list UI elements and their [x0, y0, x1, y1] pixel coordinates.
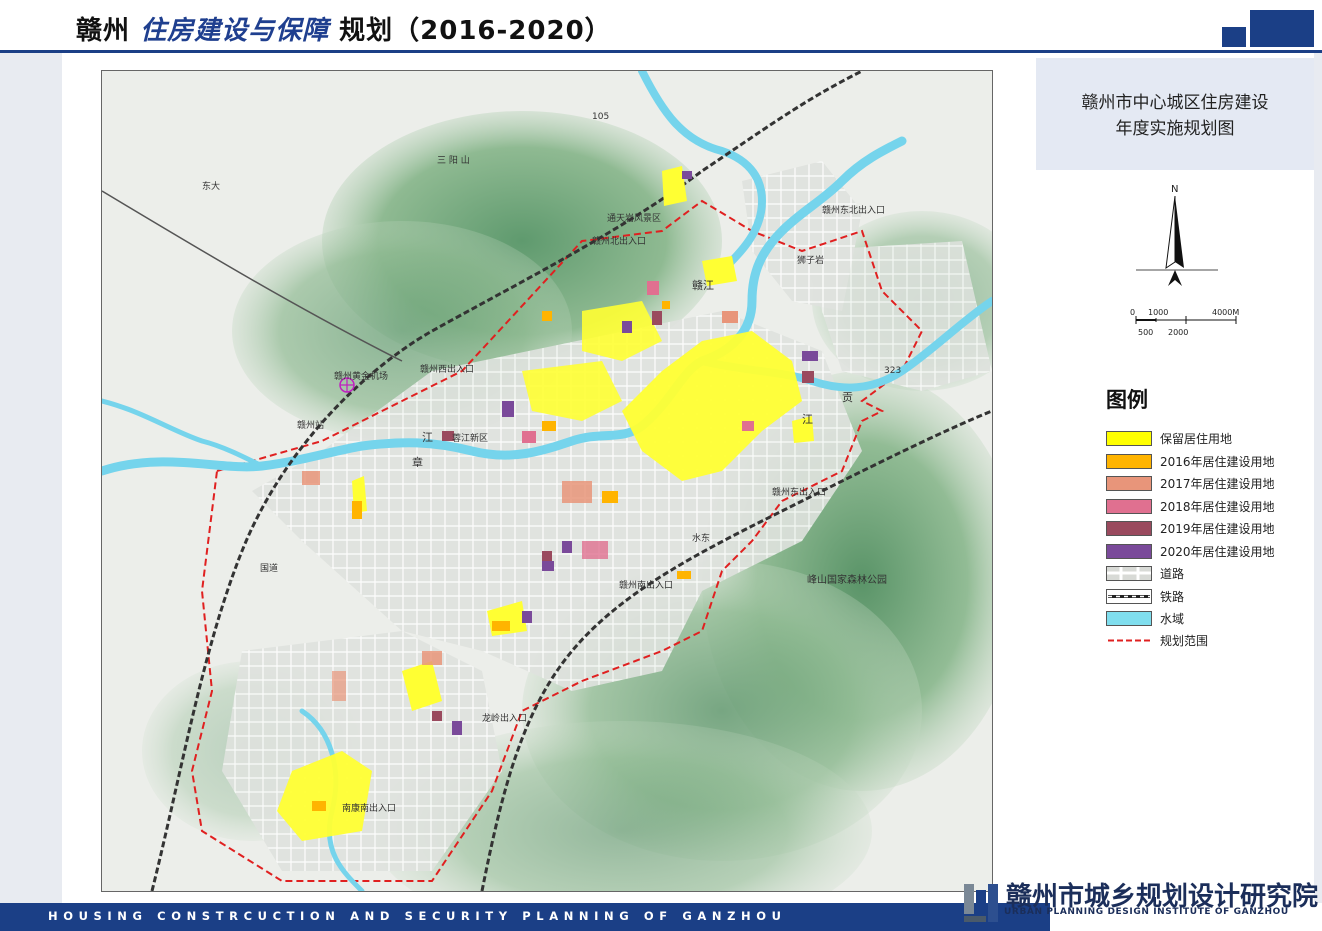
legend-swatch-2018 [1106, 499, 1152, 514]
label-east-exit: 赣州东出入口 [772, 486, 826, 498]
legend-title: 图例 [1106, 388, 1148, 412]
scale-label-4000m: 4000M [1212, 308, 1240, 317]
legend-item-2017: 2017年居住建设用地 [1106, 475, 1275, 492]
label-shizi: 狮子岩 [797, 254, 824, 266]
legend-label-2018: 2018年居住建设用地 [1160, 500, 1275, 514]
label-sanyangshan: 三 阳 山 [437, 155, 470, 166]
scale-label-2000: 2000 [1168, 328, 1189, 337]
footer-english-banner: HOUSING CONSTRCUCTION AND SECURITY PLANN… [48, 909, 787, 923]
legend-label-2019: 2019年居住建设用地 [1160, 522, 1275, 536]
label-zhang-river: 章 [412, 455, 423, 469]
legend-item-2019: 2019年居住建设用地 [1106, 520, 1275, 537]
label-dongda: 东大 [202, 180, 220, 192]
scale-label-1000: 1000 [1148, 308, 1169, 317]
label-tongtianyan: 通天岩风景区 [607, 212, 661, 224]
legend-item-2016: 2016年居住建设用地 [1106, 453, 1275, 470]
map-canvas: 三 阳 山 赣州黄金机场 赣州西出入口 峰山国家森林公园 105 323 赣州北… [102, 71, 992, 891]
label-airport: 赣州黄金机场 [334, 370, 388, 382]
legend-item-railway: 铁路 [1106, 588, 1184, 605]
label-northeast-exit: 赣州东北出入口 [822, 204, 885, 216]
legend-item-water: 水域 [1106, 610, 1184, 627]
legend-label-2020: 2020年居住建设用地 [1160, 545, 1275, 559]
legend-item-2020: 2020年居住建设用地 [1106, 543, 1275, 560]
right-margin-band [1314, 53, 1322, 903]
label-jiang-1: 江 [802, 413, 813, 426]
legend-swatch-road [1106, 566, 1152, 581]
label-route-323: 323 [884, 366, 901, 376]
legend-swatch-railway [1106, 589, 1152, 604]
map-title: 赣州市中心城区住房建设 年度实施规划图 [1036, 90, 1314, 142]
label-jiang-2: 江 [422, 431, 433, 444]
label-route-105: 105 [592, 112, 609, 122]
legend-swatch-boundary [1106, 633, 1152, 648]
scale-label-0: 0 [1130, 308, 1136, 317]
legend-swatch-water [1106, 611, 1152, 626]
legend-swatch-2019 [1106, 521, 1152, 536]
legend-item-2018: 2018年居住建设用地 [1106, 498, 1275, 515]
label-guoyu: 国道 [260, 562, 278, 574]
legend-label-boundary: 规划范围 [1160, 634, 1209, 648]
label-longling-exit: 龙岭出入口 [482, 712, 527, 724]
legend-item-retained: 保留居住用地 [1106, 430, 1232, 447]
page-title: 赣州 住房建设与保障 规划（2016-2020） [76, 10, 612, 47]
institute-name-english: URBAN PLANNING DESIGN INSTITUTE OF GANZH… [1004, 907, 1289, 917]
legend-item-boundary: 规划范围 [1106, 632, 1208, 649]
label-rongjiang: 蓉江新区 [452, 432, 488, 444]
header-decor-large-square [1250, 10, 1314, 47]
institute-logo-icon [964, 884, 998, 922]
title-suffix: 规划（2016-2020） [339, 16, 612, 46]
label-gong-river: 贡 [842, 391, 853, 404]
legend-swatch-2017 [1106, 476, 1152, 491]
map-title-line2: 年度实施规划图 [1115, 119, 1235, 139]
north-arrow-icon: N [1136, 184, 1218, 286]
legend-swatch-retained [1106, 431, 1152, 446]
label-nankang-exit: 南康南出入口 [342, 802, 396, 814]
legend-label-retained: 保留居住用地 [1160, 432, 1233, 446]
header-rule [0, 50, 1322, 53]
label-north-exit: 赣州北出入口 [592, 235, 646, 247]
title-emphasis: 住房建设与保障 [140, 16, 330, 46]
legend-label-2017: 2017年居住建设用地 [1160, 477, 1275, 491]
label-airport-west-exit: 赣州西出入口 [420, 363, 474, 375]
header-decor-small-square [1222, 27, 1246, 47]
label-fengshan-forest-park: 峰山国家森林公园 [807, 573, 887, 586]
label-gan-river: 赣江 [692, 278, 714, 292]
title-prefix: 赣州 [76, 16, 131, 46]
label-railway-station: 赣州站 [297, 419, 324, 431]
label-shuidong: 水东 [692, 532, 710, 544]
legend-swatch-2016 [1106, 454, 1152, 469]
scale-label-500: 500 [1138, 328, 1154, 337]
header-bar: 赣州 住房建设与保障 规划（2016-2020） [0, 0, 1322, 52]
map-title-line1: 赣州市中心城区住房建设 [1081, 93, 1269, 113]
legend-label-road: 道路 [1160, 567, 1185, 581]
planning-map: 三 阳 山 赣州黄金机场 赣州西出入口 峰山国家森林公园 105 323 赣州北… [101, 70, 993, 892]
legend-label-water: 水域 [1160, 612, 1185, 626]
legend-label-2016: 2016年居住建设用地 [1160, 455, 1275, 469]
legend-item-road: 道路 [1106, 565, 1184, 582]
legend-label-railway: 铁路 [1160, 590, 1185, 604]
label-south-exit: 赣州南出入口 [619, 579, 673, 591]
legend-swatch-2020 [1106, 544, 1152, 559]
north-label: N [1171, 184, 1178, 195]
left-margin-band [0, 53, 62, 903]
